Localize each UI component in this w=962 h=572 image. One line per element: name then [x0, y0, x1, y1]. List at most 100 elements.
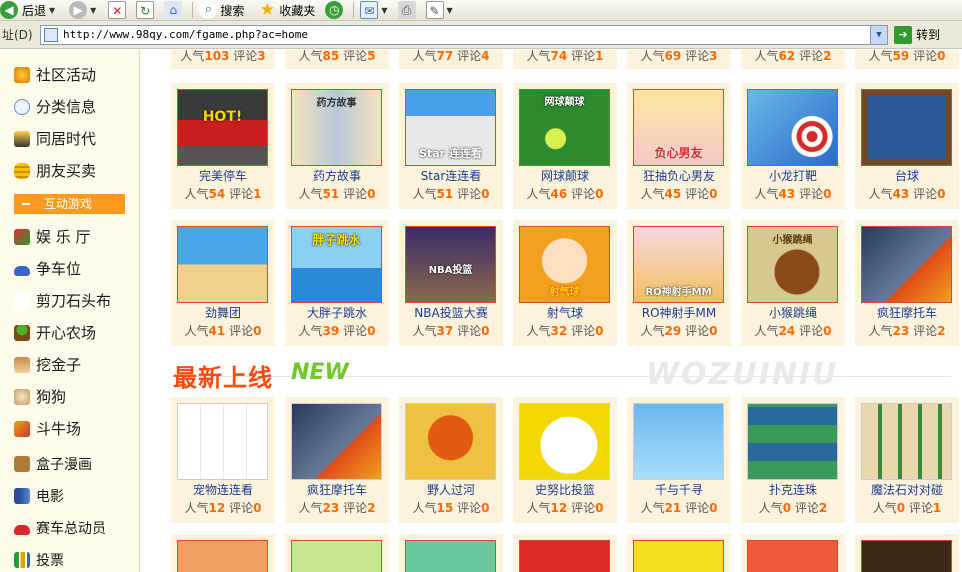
game-title[interactable]: 扑克连珠 — [741, 481, 845, 498]
game-card[interactable]: 人气69 评论3 — [627, 50, 731, 69]
sidebar-item-classifieds[interactable]: 分类信息 — [14, 96, 96, 117]
sidebar-item-comics[interactable]: 盒子漫画 — [14, 454, 92, 474]
refresh-button[interactable]: ↻ — [130, 0, 155, 20]
game-card[interactable]: NBA投篮 NBA投篮大赛 人气37 评论0 — [399, 220, 503, 346]
address-input[interactable]: http://www.98qy.com/fgame.php?ac=home ▼ — [40, 24, 888, 45]
game-title[interactable]: 狂抽负心男友 — [627, 167, 731, 184]
sidebar-item-parking[interactable]: 争车位 — [14, 258, 81, 279]
game-card[interactable]: 疯狂摩托车 人气23 评论2 — [855, 220, 959, 346]
game-thumbnail[interactable] — [177, 540, 268, 572]
sidebar-item-entertainment[interactable]: 娱 乐 厅 — [14, 226, 91, 247]
history-button[interactable]: ◷ — [319, 0, 344, 20]
go-button[interactable]: ➔ 转到 — [894, 25, 940, 44]
game-card[interactable]: 台球 人气43 评论0 — [855, 83, 959, 209]
game-thumbnail[interactable] — [861, 403, 952, 480]
mail-button[interactable]: ✉ ▼ — [360, 0, 388, 20]
game-thumbnail[interactable]: 胖子跳水 — [291, 226, 382, 303]
game-card[interactable]: 小猴跳绳 小猴跳绳 人气24 评论0 — [741, 220, 845, 346]
game-thumbnail[interactable] — [633, 540, 724, 572]
game-thumbnail[interactable] — [747, 89, 838, 166]
game-thumbnail[interactable] — [177, 226, 268, 303]
game-card[interactable]: 史努比投篮 人气12 评论0 — [513, 397, 617, 523]
game-card[interactable]: 人气103 评论3 — [171, 50, 275, 69]
game-card[interactable]: 劲舞团 人气41 评论0 — [171, 220, 275, 346]
game-thumbnail[interactable]: 负心男友 — [633, 89, 724, 166]
game-title[interactable]: RO神射手MM — [627, 304, 731, 321]
game-card[interactable] — [741, 534, 845, 572]
game-card[interactable]: 人气62 评论2 — [741, 50, 845, 69]
home-button[interactable]: ⌂ — [158, 0, 183, 20]
game-title[interactable]: 大胖子跳水 — [285, 304, 389, 321]
game-card[interactable] — [285, 534, 389, 572]
game-thumbnail[interactable]: NBA投篮 — [405, 226, 496, 303]
game-card[interactable]: 胖子跳水 大胖子跳水 人气39 评论0 — [285, 220, 389, 346]
game-title[interactable]: 网球颠球 — [513, 167, 617, 184]
game-title[interactable]: NBA投篮大赛 — [399, 304, 503, 321]
game-title[interactable]: 药方故事 — [285, 167, 389, 184]
game-thumbnail[interactable]: 射气球 — [519, 226, 610, 303]
mail-dropdown-icon[interactable]: ▼ — [381, 6, 387, 15]
game-thumbnail[interactable] — [177, 403, 268, 480]
game-title[interactable]: 疯狂摩托车 — [285, 481, 389, 498]
game-card[interactable]: 宠物连连看 人气12 评论0 — [171, 397, 275, 523]
address-dropdown-icon[interactable]: ▼ — [870, 25, 887, 44]
game-card[interactable]: 人气77 评论4 — [399, 50, 503, 69]
game-thumbnail[interactable] — [747, 540, 838, 572]
sidebar-item-movies[interactable]: 电影 — [14, 486, 64, 506]
game-title[interactable]: 野人过河 — [399, 481, 503, 498]
sidebar-item-vote[interactable]: 投票 — [14, 550, 64, 570]
game-thumbnail[interactable] — [519, 540, 610, 572]
game-card[interactable]: 网球颠球 网球颠球 人气46 评论0 — [513, 83, 617, 209]
game-card[interactable] — [399, 534, 503, 572]
game-thumbnail[interactable]: Star 连连看 — [405, 89, 496, 166]
game-title[interactable]: 台球 — [855, 167, 959, 184]
game-thumbnail[interactable] — [405, 403, 496, 480]
game-card[interactable]: Star 连连看 Star连连看 人气51 评论0 — [399, 83, 503, 209]
game-thumbnail[interactable]: HOT! — [177, 89, 268, 166]
game-card[interactable]: RO神射手MM RO神射手MM 人气29 评论0 — [627, 220, 731, 346]
game-card[interactable]: 人气85 评论5 — [285, 50, 389, 69]
address-url[interactable]: http://www.98qy.com/fgame.php?ac=home — [63, 28, 308, 41]
game-thumbnail[interactable] — [291, 403, 382, 480]
game-card[interactable]: HOT! 完美停车 人气54 评论1 — [171, 83, 275, 209]
game-card[interactable]: 负心男友 狂抽负心男友 人气45 评论0 — [627, 83, 731, 209]
search-button[interactable]: ⌕ 搜索 — [199, 0, 244, 20]
edit-button[interactable]: ✎ ▼ — [420, 0, 453, 20]
game-title[interactable]: 千与千寻 — [627, 481, 731, 498]
game-thumbnail[interactable] — [861, 540, 952, 572]
forward-dropdown-icon[interactable]: ▼ — [90, 6, 96, 15]
game-card[interactable]: 扑克连珠 人气0 评论2 — [741, 397, 845, 523]
game-card[interactable] — [627, 534, 731, 572]
game-title[interactable]: 小猴跳绳 — [741, 304, 845, 321]
game-thumbnail[interactable]: 网球颠球 — [519, 89, 610, 166]
sidebar-item-dogs[interactable]: 狗狗 — [14, 386, 66, 407]
game-card[interactable] — [855, 534, 959, 572]
forward-button[interactable]: ▶ ▼ — [59, 0, 96, 20]
game-thumbnail[interactable]: 药方故事 — [291, 89, 382, 166]
game-title[interactable]: 史努比投篮 — [513, 481, 617, 498]
game-card[interactable]: 药方故事 药方故事 人气51 评论0 — [285, 83, 389, 209]
game-title[interactable]: Star连连看 — [399, 167, 503, 184]
sidebar-item-bullfight[interactable]: 斗牛场 — [14, 418, 81, 439]
print-button[interactable]: ⎙ — [392, 0, 416, 20]
game-title[interactable]: 劲舞团 — [171, 304, 275, 321]
game-thumbnail[interactable] — [291, 540, 382, 572]
game-thumbnail[interactable] — [861, 89, 952, 166]
game-title[interactable]: 小龙打靶 — [741, 167, 845, 184]
sidebar-item-gold[interactable]: 挖金子 — [14, 354, 81, 375]
sidebar-item-rps[interactable]: 剪刀石头布 — [14, 290, 111, 311]
game-thumbnail[interactable] — [405, 540, 496, 572]
back-button[interactable]: ◀ 后退 ▼ — [0, 0, 55, 20]
game-title[interactable]: 魔法石对对碰 — [855, 481, 959, 498]
game-thumbnail[interactable] — [861, 226, 952, 303]
sidebar-item-games-active[interactable]: 互动游戏 — [14, 194, 125, 214]
edit-dropdown-icon[interactable]: ▼ — [447, 6, 453, 15]
sidebar-item-friend-trade[interactable]: 朋友买卖 — [14, 160, 96, 181]
game-card[interactable]: 射气球 射气球 人气32 评论0 — [513, 220, 617, 346]
favorites-button[interactable]: ★ 收藏夹 — [248, 0, 316, 20]
game-thumbnail[interactable]: 小猴跳绳 — [747, 226, 838, 303]
sidebar-item-events[interactable]: 社区活动 — [14, 64, 96, 85]
game-thumbnail[interactable] — [747, 403, 838, 480]
sidebar-item-cohabit[interactable]: 同居时代 — [14, 128, 96, 149]
game-title[interactable]: 完美停车 — [171, 167, 275, 184]
